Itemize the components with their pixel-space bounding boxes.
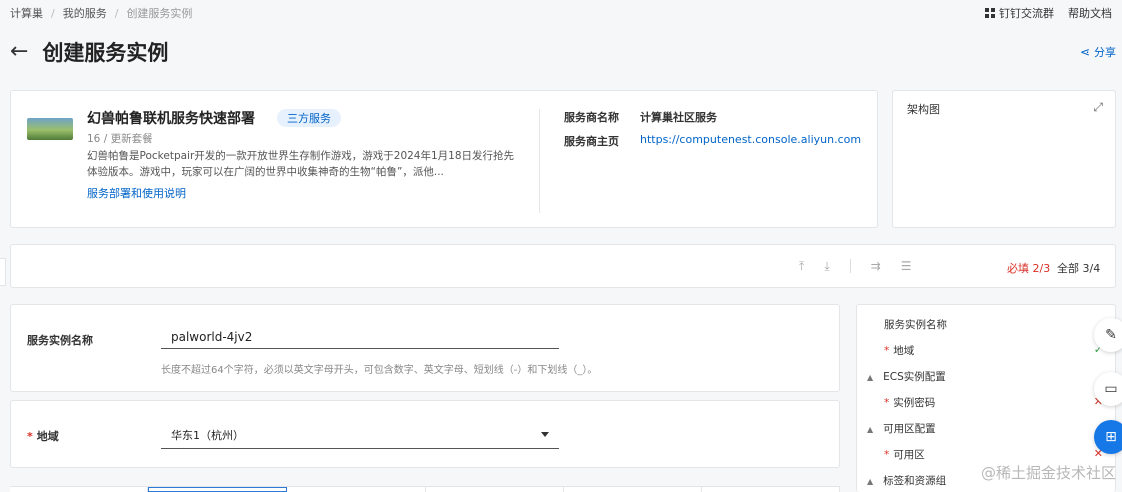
card-divider <box>539 109 540 213</box>
apps-icon: ⊞ <box>1105 429 1117 445</box>
dingtalk-label: 钉钉交流群 <box>999 7 1054 20</box>
service-thumbnail <box>27 118 73 140</box>
apps-float-button[interactable]: ⊞ <box>1094 420 1122 454</box>
breadcrumb-separator: / <box>51 6 55 20</box>
service-info-card: 幻兽帕鲁联机服务快速部署 三方服务 16 / 更新套餐 幻兽帕鲁是Pocketp… <box>10 90 878 228</box>
zone-option[interactable] <box>10 487 149 492</box>
outline-item-label: 地域 <box>893 345 915 357</box>
region-section: * 地域 华东1（杭州） <box>10 400 840 468</box>
outline-item-label: 可用区配置 <box>883 423 936 435</box>
collapse-all-icon[interactable]: ⇉ <box>871 259 881 274</box>
architecture-title: 架构图 <box>907 103 940 116</box>
side-collapse-tab[interactable] <box>0 258 6 286</box>
region-label-wrap: * 地域 <box>27 428 59 444</box>
outline-item-label: 可用区 <box>893 449 925 461</box>
instance-name-label: 服务实例名称 <box>27 334 93 347</box>
share-button[interactable]: ⋖ 分享 <box>1080 44 1116 60</box>
outline-group-ecs[interactable]: ▲ ECS实例配置 <box>867 369 946 384</box>
provider-name-row: 服务商名称 计算巢社区服务 <box>564 109 717 125</box>
region-select[interactable]: 华东1（杭州） <box>161 421 559 449</box>
top-links: 钉钉交流群 帮助文档 <box>985 5 1112 21</box>
form-toolbar: ⤒ ⤓ ⇉ ☰ 必填 2/3 全部 3/4 <box>10 244 1116 288</box>
share-label: 分享 <box>1094 46 1116 59</box>
breadcrumb-separator: / <box>114 6 119 20</box>
back-arrow-icon[interactable]: ← <box>10 41 28 63</box>
breadcrumb-item-computenest[interactable]: 计算巢 <box>10 5 43 21</box>
dingtalk-icon <box>985 8 995 18</box>
triangle-up-icon: ▲ <box>867 477 874 486</box>
region-label: 地域 <box>36 430 59 443</box>
provider-home-label: 服务商主页 <box>564 135 619 148</box>
chat-icon: ▭ <box>1104 381 1118 397</box>
outline-group-zone[interactable]: ▲ 可用区配置 <box>867 421 936 436</box>
zone-option-selected[interactable] <box>148 487 288 492</box>
page-title: 创建服务实例 <box>42 41 169 65</box>
required-star: * <box>27 430 33 443</box>
service-name: 幻兽帕鲁联机服务快速部署 <box>87 111 255 127</box>
zone-options-strip <box>10 486 841 492</box>
zone-option[interactable] <box>287 487 426 492</box>
outline-group-tags[interactable]: ▲ 标签和资源组 <box>867 473 946 488</box>
all-progress: 全部 3/4 <box>1057 262 1101 275</box>
outline-item-label: 实例密码 <box>893 397 936 409</box>
breadcrumb-item-current: 创建服务实例 <box>126 7 193 20</box>
architecture-card: 架构图 ⤢ <box>892 90 1116 228</box>
required-star: * <box>884 449 890 461</box>
edit-icon: ✎ <box>1105 327 1117 343</box>
toolbar-icons: ⤒ ⤓ ⇉ ☰ <box>799 259 911 274</box>
outline-item-instance-password[interactable]: * 实例密码 ✕ <box>884 395 1117 410</box>
provider-name-value: 计算巢社区服务 <box>640 111 717 124</box>
scroll-to-top-icon[interactable]: ⤒ <box>799 259 804 274</box>
zone-option[interactable] <box>702 487 841 492</box>
service-description: 幻兽帕鲁是Pocketpair开发的一款开放世界生存制作游戏，游戏于2024年1… <box>87 150 515 178</box>
outline-item-label: 标签和资源组 <box>883 475 947 487</box>
outline-item-label: 服务实例名称 <box>884 319 947 331</box>
toolbar-divider <box>849 259 851 273</box>
outline-item-zone[interactable]: * 可用区 ✕ <box>884 447 1117 462</box>
instance-name-section: 服务实例名称 长度不超过64个字符，必须以英文字母开头，可包含数字、英文字母、短… <box>10 304 840 392</box>
triangle-up-icon: ▲ <box>867 425 874 434</box>
triangle-up-icon: ▲ <box>867 373 874 382</box>
breadcrumb-item-my-services[interactable]: 我的服务 <box>63 5 107 21</box>
dingtalk-link[interactable]: 钉钉交流群 <box>985 5 1054 21</box>
service-meta: 16 / 更新套餐 <box>87 133 153 145</box>
edit-float-button[interactable]: ✎ <box>1094 318 1122 352</box>
instance-name-input[interactable] <box>161 325 559 349</box>
outline-item-label: ECS实例配置 <box>883 371 946 383</box>
provider-name-label: 服务商名称 <box>564 111 619 124</box>
service-type-badge: 三方服务 <box>277 109 341 127</box>
expand-icon[interactable]: ⤢ <box>1093 100 1103 115</box>
required-progress: 必填 2/3 <box>1007 262 1051 275</box>
zone-option[interactable] <box>426 487 564 492</box>
help-docs-link[interactable]: 帮助文档 <box>1068 5 1112 21</box>
feedback-float-button[interactable]: ▭ <box>1094 372 1122 406</box>
breadcrumb: 计算巢 / 我的服务 / 创建服务实例 <box>10 5 192 21</box>
provider-home-link[interactable]: https://computenest.console.aliyun.com <box>640 133 861 149</box>
required-star: * <box>884 345 890 357</box>
region-select-value: 华东1（杭州） <box>171 428 244 442</box>
outline-item-region[interactable]: * 地域 ✓ <box>884 343 1117 358</box>
share-icon: ⋖ <box>1079 45 1090 59</box>
zone-option[interactable] <box>564 487 702 492</box>
watermark: @稀土掘金技术社区 <box>980 464 1116 482</box>
list-icon[interactable]: ☰ <box>901 259 912 274</box>
outline-item-instance-name[interactable]: 服务实例名称 <box>884 317 947 332</box>
download-icon[interactable]: ⤓ <box>824 259 829 274</box>
deploy-guide-link[interactable]: 服务部署和使用说明 <box>87 185 186 201</box>
top-bar: 计算巢 / 我的服务 / 创建服务实例 钉钉交流群 帮助文档 <box>0 0 1122 26</box>
required-star: * <box>884 397 890 409</box>
instance-name-hint: 长度不超过64个字符，必须以英文字母开头，可包含数字、英文字母、短划线（-）和下… <box>161 365 598 376</box>
provider-home-row: 服务商主页 https://computenest.console.aliyun… <box>564 133 861 149</box>
title-row: ← 创建服务实例 ⋖ 分享 <box>10 36 1116 68</box>
caret-down-icon <box>541 432 549 437</box>
